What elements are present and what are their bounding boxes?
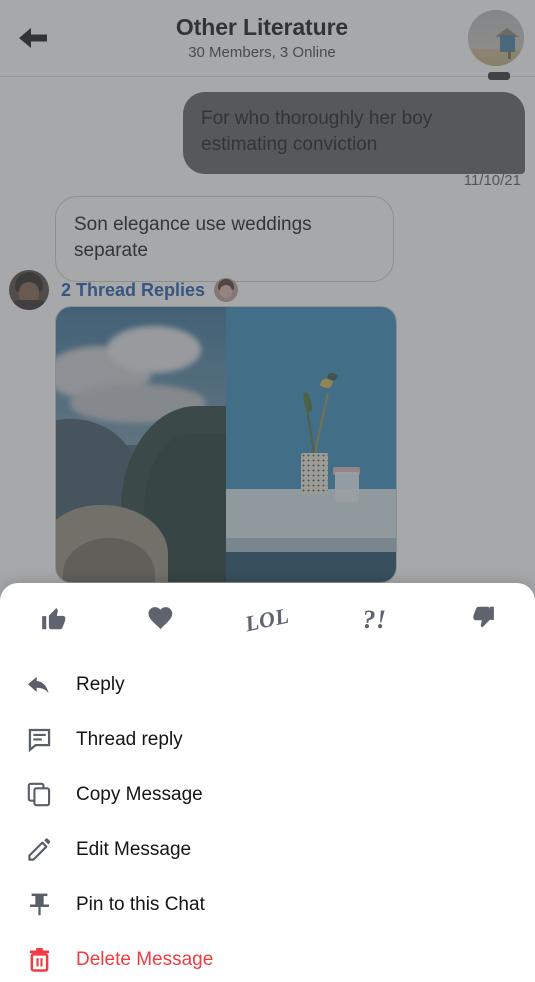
heart-icon: [146, 603, 176, 638]
menu-item-label: Delete Message: [76, 948, 214, 970]
reaction-thumbs-up[interactable]: [0, 583, 107, 657]
reaction-lol[interactable]: LOL: [214, 583, 321, 657]
chat-bubble-icon: [20, 721, 58, 759]
reaction-heart[interactable]: [107, 583, 214, 657]
menu-item-edit-message[interactable]: Edit Message: [0, 822, 535, 877]
menu-item-pin-to-chat[interactable]: Pin to this Chat: [0, 877, 535, 932]
menu-item-label: Edit Message: [76, 838, 192, 860]
question-exclamation-icon: ?!: [362, 605, 387, 634]
message-action-sheet: LOL ?! Reply Thread reply Copy Message E…: [0, 583, 535, 982]
menu-item-delete-message[interactable]: Delete Message: [0, 932, 535, 982]
menu-item-thread-reply[interactable]: Thread reply: [0, 712, 535, 767]
menu-item-copy-message[interactable]: Copy Message: [0, 767, 535, 822]
pin-icon: [20, 886, 58, 924]
menu-item-label: Pin to this Chat: [76, 893, 205, 915]
pencil-icon: [20, 831, 58, 869]
copy-icon: [20, 776, 58, 814]
menu-item-label: Copy Message: [76, 783, 203, 805]
reaction-thumbs-down[interactable]: [428, 583, 535, 657]
lol-icon: LOL: [243, 602, 292, 637]
menu-item-label: Thread reply: [76, 728, 183, 750]
menu-item-reply[interactable]: Reply: [0, 657, 535, 712]
thumbs-up-icon: [39, 603, 69, 638]
thumbs-down-icon: [467, 603, 497, 638]
reaction-bar: LOL ?!: [0, 583, 535, 657]
reaction-wow[interactable]: ?!: [321, 583, 428, 657]
reply-arrow-icon: [20, 666, 58, 704]
action-menu: Reply Thread reply Copy Message Edit Mes…: [0, 657, 535, 982]
message-actions-screen: Other Literature 30 Members, 3 Online Fo…: [0, 0, 535, 982]
menu-item-label: Reply: [76, 673, 125, 695]
trash-icon: [20, 941, 58, 979]
